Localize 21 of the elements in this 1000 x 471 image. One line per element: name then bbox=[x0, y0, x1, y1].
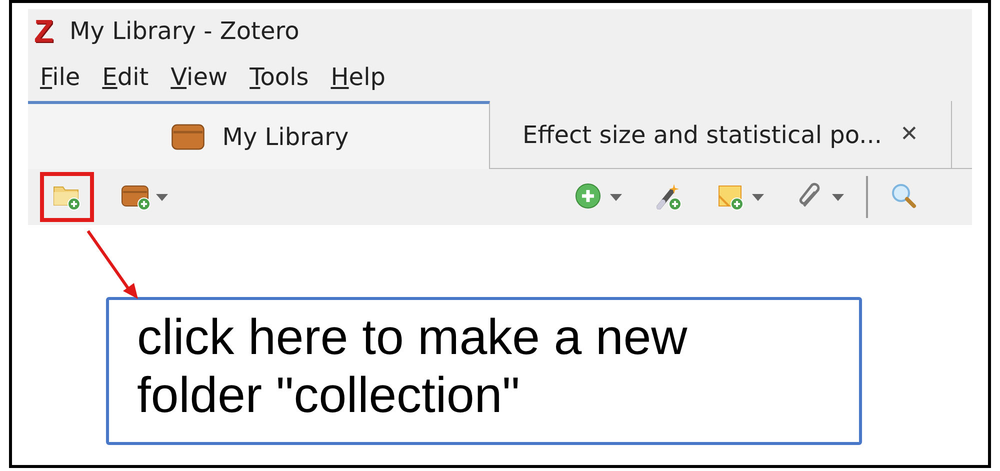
window-title: My Library - Zotero bbox=[70, 17, 300, 45]
caret-icon bbox=[610, 194, 622, 200]
tab-label: My Library bbox=[222, 122, 349, 150]
close-icon[interactable]: ✕ bbox=[900, 122, 918, 147]
menu-item[interactable]: File bbox=[40, 63, 80, 91]
menu-item[interactable]: Help bbox=[330, 63, 386, 91]
menu-item[interactable]: Edit bbox=[102, 63, 149, 91]
caret-icon bbox=[156, 194, 168, 200]
tab-label: Effect size and statistical po... bbox=[522, 120, 882, 148]
tab[interactable]: My Library bbox=[28, 101, 490, 169]
menu-item[interactable]: View bbox=[170, 63, 228, 91]
app-logo: Z bbox=[34, 12, 54, 50]
menu-item[interactable]: Tools bbox=[250, 63, 309, 91]
toolbar-button[interactable] bbox=[40, 172, 94, 222]
tab[interactable]: Effect size and statistical po... ✕ bbox=[490, 101, 952, 169]
pointer-arrow bbox=[86, 230, 138, 299]
caret-icon bbox=[832, 194, 844, 200]
caret-icon bbox=[752, 194, 764, 200]
callout-note: click here to make a new folder "collection" bbox=[106, 297, 862, 445]
toolbar-separator bbox=[866, 176, 868, 218]
wand-icon bbox=[654, 182, 684, 212]
